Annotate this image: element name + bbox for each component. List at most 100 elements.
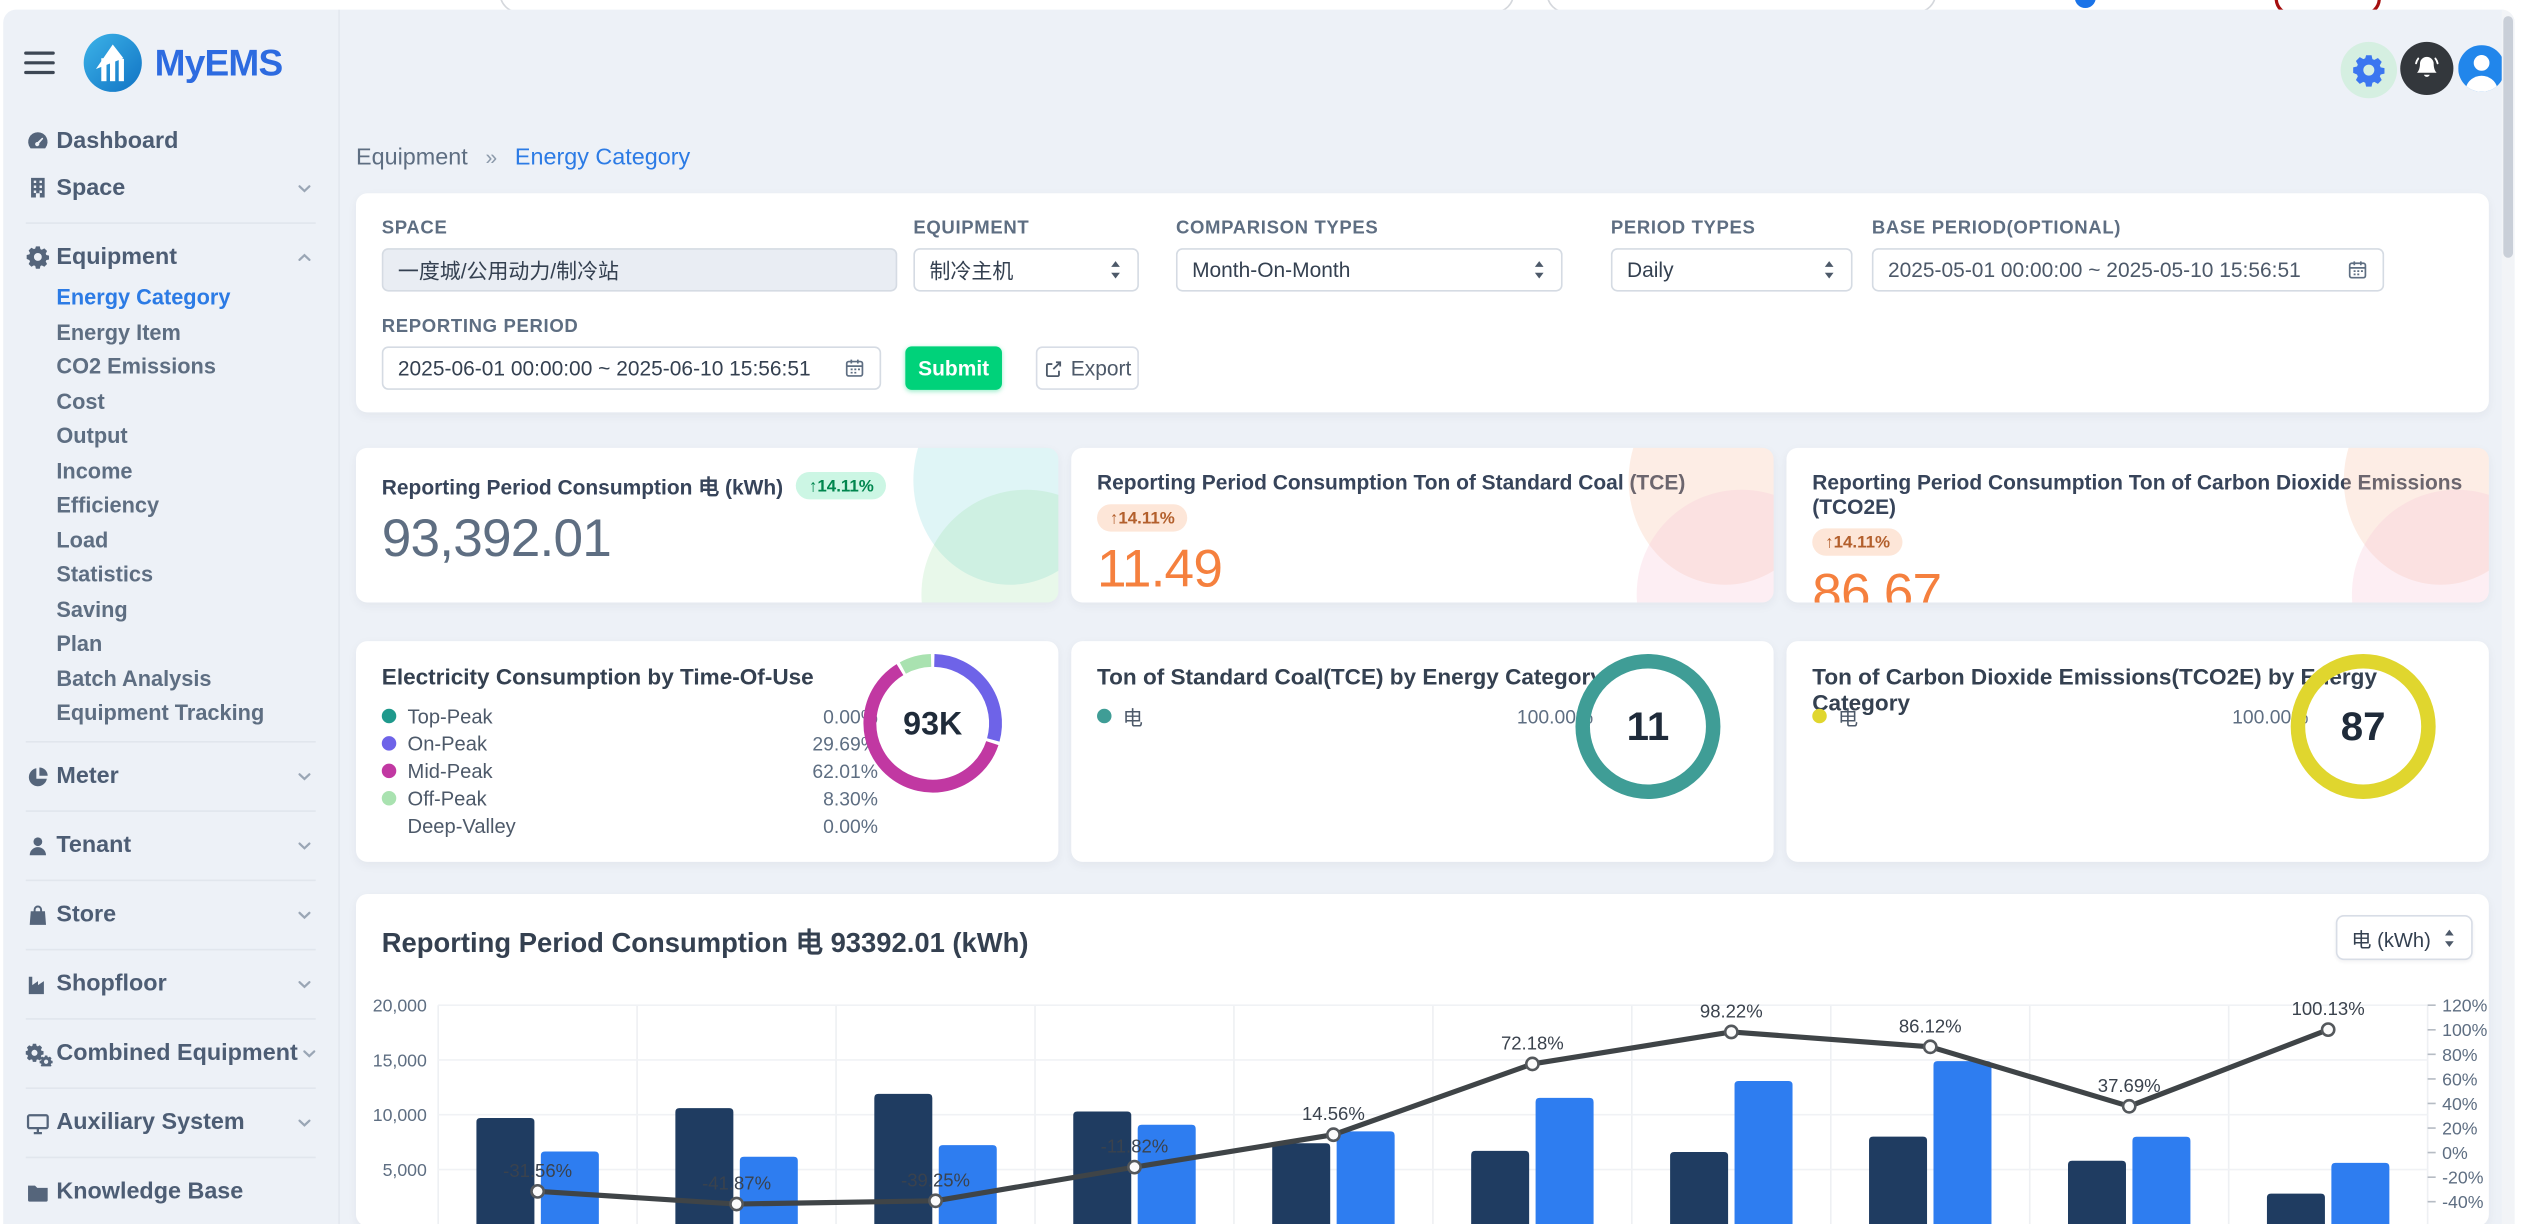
- svg-text:72.18%: 72.18%: [1501, 1032, 1564, 1053]
- sidebar-item-equipment[interactable]: Equipment: [3, 234, 338, 281]
- sidebar-subitem-efficiency[interactable]: Efficiency: [3, 488, 338, 523]
- svg-text:-41.87%: -41.87%: [702, 1173, 771, 1194]
- sidebar-subitem-output[interactable]: Output: [3, 419, 338, 454]
- sidebar-subitem-energy-item[interactable]: Energy Item: [3, 315, 338, 350]
- sidebar-subitem-energy-category[interactable]: Energy Category: [3, 280, 338, 315]
- sidebar-item-label: Store: [56, 902, 293, 928]
- gauge-icon: [26, 129, 57, 153]
- chevron-down-icon: [293, 765, 316, 788]
- pie-icon: [26, 764, 57, 788]
- space-input[interactable]: 一度城/公用动力/制冷站: [382, 248, 897, 291]
- legend-item-deep-valley[interactable]: Deep-Valley0.00%: [382, 812, 878, 839]
- sidebar-subitem-income[interactable]: Income: [3, 453, 338, 488]
- sidebar-subitem-batch-analysis[interactable]: Batch Analysis: [3, 661, 338, 696]
- sidebar-item-meter[interactable]: Meter: [3, 753, 338, 800]
- folder-icon: [26, 1180, 57, 1204]
- comparison-types-select[interactable]: Month-On-Month: [1176, 248, 1563, 291]
- vertical-scrollbar[interactable]: [2502, 10, 2515, 1224]
- sidebar-item-space[interactable]: Space: [3, 164, 338, 211]
- sidebar-subitem-label: Batch Analysis: [56, 667, 211, 691]
- sidebar-subitem-cost[interactable]: Cost: [3, 384, 338, 419]
- donut-center-value: 11: [1627, 704, 1670, 749]
- app-window: MyEMS DashboardSpa: [3, 10, 2514, 1224]
- sidebar-subitem-statistics[interactable]: Statistics: [3, 557, 338, 592]
- breadcrumb-separator: »: [485, 145, 497, 169]
- sidebar-divider: [3, 211, 338, 234]
- sidebar-divider: [3, 869, 338, 892]
- breadcrumb-parent[interactable]: Equipment: [356, 145, 468, 171]
- sidebar-item-label: Dashboard: [56, 128, 315, 154]
- submit-button[interactable]: Submit: [905, 346, 1002, 389]
- donut-chart[interactable]: 11: [1564, 643, 1732, 811]
- sidebar-divider: [3, 731, 338, 754]
- bar-line-chart[interactable]: 20,00015,00010,0005,000120%100%80%60%40%…: [356, 971, 2489, 1224]
- user-avatar[interactable]: [2458, 45, 2505, 92]
- sidebar-subitem-saving[interactable]: Saving: [3, 592, 338, 627]
- select-arrows-icon: [2442, 927, 2456, 948]
- legend-dot: [1812, 709, 1826, 723]
- legend-label: Deep-Valley: [408, 814, 824, 837]
- page-root: MyEMS DashboardSpa: [0, 0, 2521, 1224]
- sidebar-subitem-equipment-tracking[interactable]: Equipment Tracking: [3, 696, 338, 731]
- legend-item-off-peak[interactable]: Off-Peak8.30%: [382, 785, 878, 812]
- calendar-icon: [844, 358, 865, 379]
- chart-title: Reporting Period Consumption 电 93392.01 …: [382, 920, 1029, 960]
- legend-label: 电: [1123, 701, 1517, 732]
- legend-item-top-peak[interactable]: Top-Peak0.00%: [382, 702, 878, 729]
- sidebar-item-dashboard[interactable]: Dashboard: [3, 118, 338, 165]
- sidebar-item-tenant[interactable]: Tenant: [3, 822, 338, 869]
- legend-item-[interactable]: 电100.00%: [1812, 702, 2308, 729]
- gear-icon: [26, 245, 57, 269]
- filter-panel: SPACE 一度城/公用动力/制冷站 EQUIPMENT 制冷主机 COMPAR…: [356, 193, 2489, 412]
- sidebar-item-combined-equipment[interactable]: Combined Equipment: [3, 1030, 338, 1077]
- sidebar-item-store[interactable]: Store: [3, 892, 338, 939]
- sidebar-subitem-co2-emissions[interactable]: CO2 Emissions: [3, 350, 338, 385]
- legend-item-[interactable]: 电100.00%: [1097, 702, 1593, 729]
- kpi-trend-badge: ↑14.11%: [1097, 504, 1188, 531]
- sidebar-divider: [3, 1008, 338, 1031]
- legend-item-on-peak[interactable]: On-Peak29.69%: [382, 730, 878, 757]
- svg-text:-11.82%: -11.82%: [1101, 1136, 1169, 1157]
- sidebar-subitem-label: Equipment Tracking: [56, 701, 264, 725]
- sidebar-item-auxiliary-system[interactable]: Auxiliary System: [3, 1099, 338, 1146]
- equipment-label: EQUIPMENT: [913, 219, 1029, 238]
- sidebar-subitem-plan[interactable]: Plan: [3, 627, 338, 662]
- period-types-select[interactable]: Daily: [1611, 248, 1853, 291]
- equipment-select[interactable]: 制冷主机: [913, 248, 1139, 291]
- donut-chart[interactable]: 87: [2279, 643, 2447, 811]
- legend-dot: [382, 736, 396, 750]
- export-button[interactable]: Export: [1036, 346, 1139, 389]
- legend-percentage: 0.00%: [823, 814, 878, 837]
- chevron-down-icon: [293, 834, 316, 857]
- kpi-title: Reporting Period Consumption 电 (kWh): [382, 470, 783, 501]
- sidebar-divider: [3, 1077, 338, 1100]
- donut-card-tco2e-by-category: Ton of Carbon Dioxide Emissions(TCO2E) b…: [1786, 641, 2488, 862]
- chevron-down-icon: [293, 1112, 316, 1135]
- base-period-input[interactable]: 2025-05-01 00:00:00 ~ 2025-05-10 15:56:5…: [1872, 248, 2384, 291]
- sidebar-nav: Dashboard Space Equipment Energy Category En…: [3, 10, 340, 1224]
- kpi-trend-badge: ↑14.11%: [796, 472, 887, 499]
- settings-gear-icon[interactable]: [2341, 42, 2397, 98]
- sidebar-subitem-label: Saving: [56, 597, 127, 621]
- sidebar-subitem-label: Energy Category: [56, 286, 230, 310]
- kpi-card-tce: Reporting Period Consumption Ton of Stan…: [1071, 448, 1773, 603]
- comparison-types-label: COMPARISON TYPES: [1176, 219, 1378, 238]
- svg-text:100.13%: 100.13%: [2292, 998, 2365, 1019]
- chevron-down-icon: [293, 176, 316, 199]
- reporting-period-input[interactable]: 2025-06-01 00:00:00 ~ 2025-06-10 15:56:5…: [382, 346, 881, 389]
- svg-text:10,000: 10,000: [373, 1105, 427, 1125]
- legend-item-mid-peak[interactable]: Mid-Peak62.01%: [382, 757, 878, 784]
- sidebar-item-knowledge-base[interactable]: Knowledge Base: [3, 1169, 338, 1216]
- kpi-card-tco2e: Reporting Period Consumption Ton of Carb…: [1786, 448, 2488, 603]
- legend-dot: [382, 764, 396, 778]
- chart-unit-select[interactable]: 电 (kWh): [2335, 915, 2472, 960]
- sidebar-subitem-label: Income: [56, 459, 132, 483]
- svg-text:-31.56%: -31.56%: [503, 1160, 572, 1181]
- sidebar-item-label: Space: [56, 175, 293, 201]
- notifications-bell-icon[interactable]: [2400, 42, 2453, 95]
- donut-chart[interactable]: 93K: [849, 640, 1017, 808]
- sidebar-item-shopfloor[interactable]: Shopfloor: [3, 961, 338, 1008]
- svg-text:40%: 40%: [2442, 1094, 2478, 1114]
- sidebar-subitem-load[interactable]: Load: [3, 523, 338, 558]
- sidebar-subitem-label: Energy Item: [56, 320, 180, 344]
